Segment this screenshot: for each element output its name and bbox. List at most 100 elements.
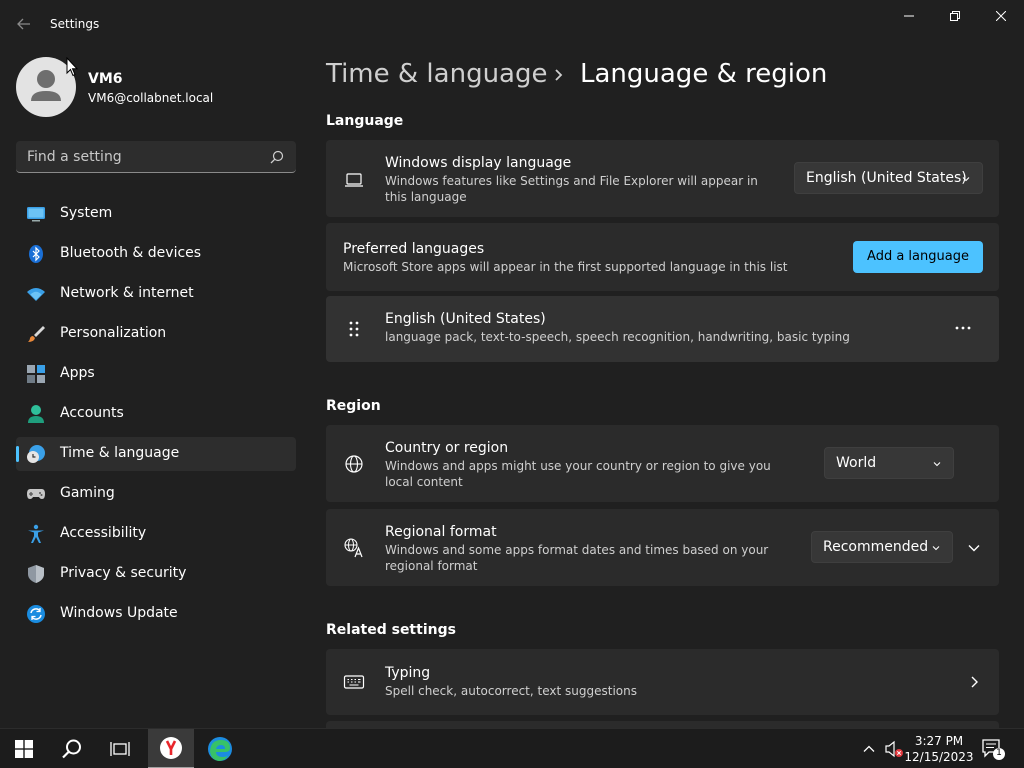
page-title: Language & region <box>580 59 828 89</box>
related-settings-heading: Related settings <box>326 622 456 638</box>
country-region-dropdown[interactable]: World <box>824 447 954 479</box>
installed-language-desc: language pack, text-to-speech, speech re… <box>385 330 850 344</box>
chevron-down-icon <box>933 462 941 467</box>
more-options-icon[interactable] <box>952 322 974 334</box>
regional-format-value: Recommended <box>823 539 929 555</box>
apps-icon <box>27 365 45 383</box>
breadcrumb-parent[interactable]: Time & language <box>326 59 547 89</box>
search-input[interactable]: Find a setting <box>16 141 296 173</box>
sidebar-item-accessibility[interactable]: Accessibility <box>16 517 296 551</box>
display-language-dropdown[interactable]: English (United States) <box>794 162 983 194</box>
person-icon <box>28 405 44 423</box>
clock[interactable]: 3:27 PM 12/15/2023 <box>898 733 980 765</box>
expand-chevron-icon[interactable] <box>967 541 981 555</box>
app-title: Settings <box>50 17 100 31</box>
taskbar-edge-browser[interactable] <box>197 729 243 768</box>
installed-language-item[interactable]: English (United States) language pack, t… <box>326 296 999 362</box>
language-heading: Language <box>326 113 404 129</box>
sidebar-item-label: Windows Update <box>60 605 178 621</box>
clock-time: 3:27 PM <box>914 734 964 748</box>
chevron-right-icon <box>971 676 978 688</box>
accessibility-icon <box>28 524 44 543</box>
add-language-button[interactable]: Add a language <box>853 241 983 273</box>
minimize-button[interactable] <box>886 0 932 32</box>
globe-icon <box>345 455 363 473</box>
taskbar-search-button[interactable] <box>49 729 95 768</box>
chevron-down-icon <box>932 546 940 551</box>
regional-format-title: Regional format <box>385 524 497 540</box>
region-heading: Region <box>326 398 381 414</box>
display-language-value: English (United States) <box>806 170 967 186</box>
regional-format-desc: Windows and some apps format dates and t… <box>385 543 769 573</box>
sidebar-item-apps[interactable]: Apps <box>16 357 296 391</box>
restore-icon <box>950 11 960 21</box>
windows-logo-icon <box>15 740 33 758</box>
search-icon <box>62 739 81 759</box>
close-icon <box>996 11 1006 21</box>
sidebar-item-label: Personalization <box>60 325 167 341</box>
user-email: VM6@collabnet.local <box>88 91 214 105</box>
sidebar-item-network[interactable]: Network & internet <box>16 277 296 311</box>
wifi-icon <box>27 288 45 301</box>
country-region-title: Country or region <box>385 440 509 456</box>
sidebar-item-bluetooth[interactable]: Bluetooth & devices <box>16 237 296 271</box>
taskbar: 3:27 PM 12/15/2023 1 <box>0 728 1024 768</box>
typing-desc: Spell check, autocorrect, text suggestio… <box>385 684 637 698</box>
regional-format-dropdown[interactable]: Recommended <box>811 531 953 563</box>
typing-card[interactable]: Typing Spell check, autocorrect, text su… <box>326 649 999 715</box>
chevron-down-icon <box>962 177 970 182</box>
chevron-right-icon <box>555 69 563 81</box>
sidebar-item-system[interactable]: System <box>16 197 296 231</box>
sidebar-item-accounts[interactable]: Accounts <box>16 397 296 431</box>
country-region-card: Country or region Windows and apps might… <box>326 425 999 502</box>
user-name: VM6 <box>88 71 123 87</box>
brush-icon <box>28 326 45 342</box>
chevron-up-icon[interactable] <box>862 742 876 756</box>
edge-browser-icon <box>208 737 232 761</box>
sidebar-item-label: Apps <box>60 365 95 381</box>
keyboard-icon <box>343 675 365 689</box>
sidebar-item-label: Accounts <box>60 405 124 421</box>
sidebar-item-windows-update[interactable]: Windows Update <box>16 597 296 631</box>
display-language-desc: Windows features like Settings and File … <box>385 174 758 204</box>
sidebar-item-label: Time & language <box>60 445 180 461</box>
sidebar-item-label: Accessibility <box>60 525 147 541</box>
back-arrow-icon[interactable] <box>14 14 34 34</box>
globe-clock-icon <box>27 445 45 463</box>
typing-title: Typing <box>385 665 431 681</box>
clock-date: 12/15/2023 <box>904 750 974 764</box>
settings-window: Settings VM6 VM6@collabnet.local Find a … <box>0 0 1024 728</box>
restore-button[interactable] <box>932 0 978 32</box>
display-language-title: Windows display language <box>385 155 572 171</box>
task-view-button[interactable] <box>97 729 143 768</box>
sidebar-item-time-language[interactable]: Time & language <box>16 437 296 471</box>
laptop-icon <box>345 173 363 187</box>
notification-count: 1 <box>996 748 1002 758</box>
display-language-card: Windows display language Windows feature… <box>326 140 999 217</box>
country-region-value: World <box>836 455 877 471</box>
yandex-browser-icon <box>160 737 182 759</box>
sidebar-item-personalization[interactable]: Personalization <box>16 317 296 351</box>
bluetooth-icon <box>29 245 43 263</box>
start-button[interactable] <box>1 729 47 768</box>
title-bar: Settings <box>0 0 1024 48</box>
gamepad-icon <box>27 489 45 499</box>
close-button[interactable] <box>978 0 1024 32</box>
update-icon <box>27 605 45 623</box>
add-language-label: Add a language <box>867 249 969 264</box>
notification-button[interactable]: 1 <box>980 737 1006 761</box>
regional-format-card[interactable]: Regional format Windows and some apps fo… <box>326 509 999 586</box>
country-region-desc: Windows and apps might use your country … <box>385 459 771 489</box>
task-view-icon <box>110 742 130 756</box>
minimize-icon <box>904 15 914 17</box>
installed-language-title: English (United States) <box>385 311 546 327</box>
sidebar-item-label: Gaming <box>60 485 115 501</box>
sidebar-item-privacy[interactable]: Privacy & security <box>16 557 296 591</box>
sidebar-item-label: System <box>60 205 113 221</box>
sidebar-item-label: Bluetooth & devices <box>60 245 202 261</box>
taskbar-yandex-browser[interactable] <box>148 729 194 768</box>
drag-handle-icon[interactable] <box>343 318 365 340</box>
search-placeholder: Find a setting <box>27 149 122 165</box>
sidebar-item-gaming[interactable]: Gaming <box>16 477 296 511</box>
next-card-partial <box>326 721 999 728</box>
